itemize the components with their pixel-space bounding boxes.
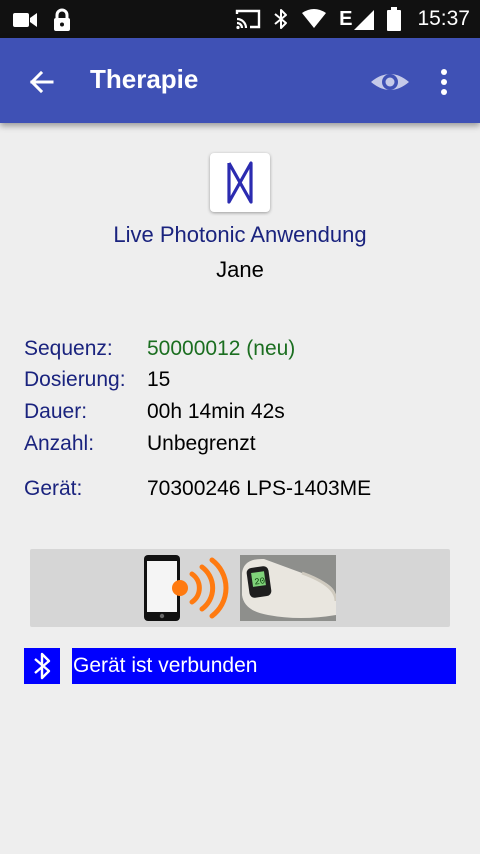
connection-status: Gerät ist verbunden: [72, 648, 456, 684]
back-arrow-icon: [29, 70, 54, 94]
application-name: Live Photonic Anwendung: [113, 222, 367, 247]
sequence-value: 50000012 (neu): [147, 337, 296, 360]
bowtie-logo-icon: [227, 161, 253, 204]
lock-icon: [54, 8, 70, 31]
handheld-device-icon: 20: [240, 555, 336, 621]
count-label: Anzahl:: [24, 432, 95, 455]
more-options-button[interactable]: [434, 62, 454, 102]
bluetooth-icon: [274, 9, 288, 29]
app-bar: Therapie: [0, 38, 480, 123]
app-logo: [210, 153, 270, 212]
eye-icon: [371, 74, 409, 90]
signal-icon: [354, 9, 375, 30]
battery-icon: [387, 7, 402, 31]
network-type-label: E: [339, 7, 353, 30]
page-title: Therapie: [90, 64, 199, 94]
status-bar: E 15:37: [0, 0, 480, 38]
bluetooth-icon: [34, 652, 51, 680]
bluetooth-status-icon-box: [24, 648, 60, 684]
cast-icon: [235, 9, 261, 30]
duration-label: Dauer:: [24, 400, 88, 423]
view-button[interactable]: [368, 62, 412, 102]
duration-value: 00h 14min 42s: [147, 400, 285, 423]
video-camera-icon: [13, 13, 37, 27]
dosage-value: 15: [147, 368, 171, 391]
back-button[interactable]: [22, 62, 62, 102]
wifi-icon: [302, 9, 327, 28]
dosage-label: Dosierung:: [24, 368, 126, 391]
phone-signal-icon: [144, 555, 229, 621]
clock: 15:37: [417, 7, 470, 30]
device-label: Gerät:: [24, 477, 83, 500]
svg-text:20: 20: [254, 576, 266, 587]
device-photo: 20: [240, 555, 336, 621]
user-name: Jane: [216, 257, 264, 282]
more-vert-icon: [441, 69, 447, 95]
device-value: 70300246 LPS-1403ME: [147, 477, 372, 500]
count-value: Unbegrenzt: [147, 432, 256, 455]
sequence-label: Sequenz:: [24, 337, 113, 360]
